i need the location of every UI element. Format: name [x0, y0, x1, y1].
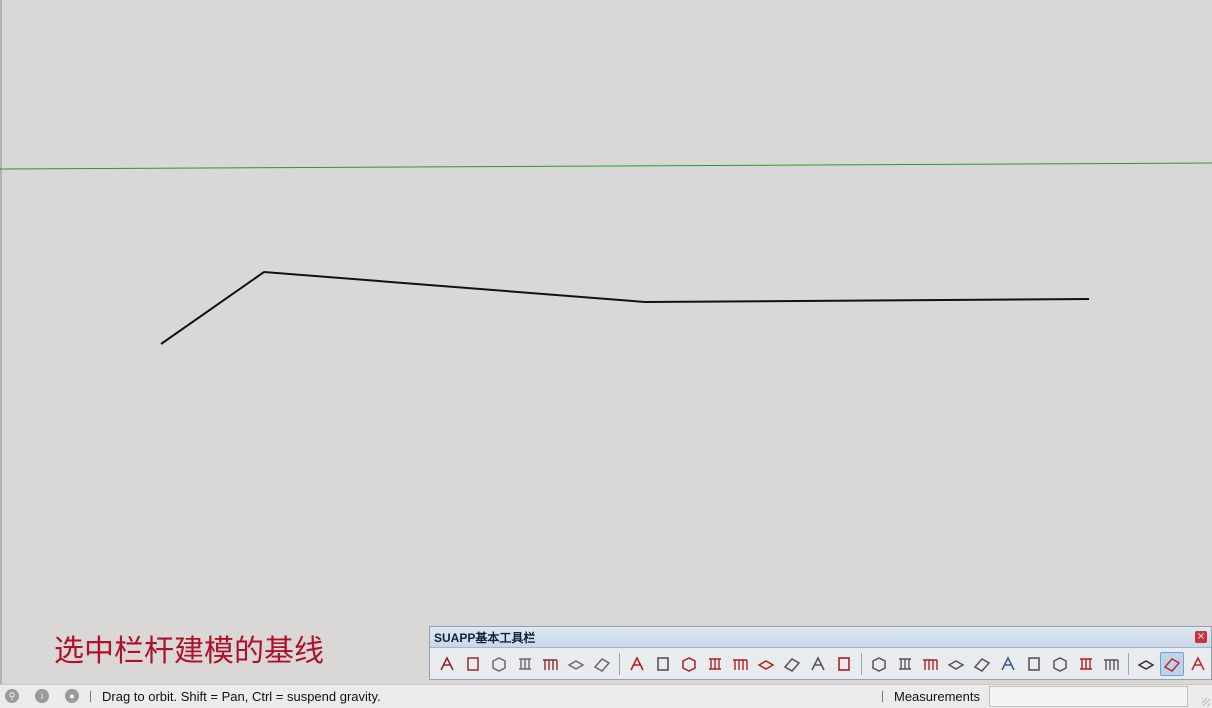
- pyramid-icon: [923, 659, 939, 670]
- toolbar-separator: [619, 653, 621, 675]
- roof-button[interactable]: [703, 652, 727, 676]
- railing-button[interactable]: [538, 652, 562, 676]
- tutorial-caption: 选中栏杆建模的基线: [54, 634, 324, 669]
- wall-grid-button[interactable]: [513, 652, 537, 676]
- status-divider: [882, 691, 883, 702]
- user-icon[interactable]: ●: [65, 689, 79, 703]
- railing-icon: [543, 659, 559, 670]
- roof-slab-button[interactable]: [590, 652, 614, 676]
- offset-button[interactable]: [832, 652, 856, 676]
- suapp-logo-button[interactable]: [1160, 652, 1185, 676]
- extrude-button[interactable]: [754, 652, 778, 676]
- roof-slab-icon: [593, 658, 611, 672]
- split-icon: [898, 658, 911, 670]
- line-tool-icon: [630, 656, 644, 671]
- column-button[interactable]: [461, 652, 485, 676]
- angle-button[interactable]: [806, 652, 830, 676]
- pin-button[interactable]: [1074, 652, 1098, 676]
- arc-tool-button[interactable]: [651, 652, 675, 676]
- viewport-canvas[interactable]: [0, 0, 1212, 684]
- pyramid-button[interactable]: [918, 652, 942, 676]
- geo-location-icon[interactable]: ⚲: [5, 689, 19, 703]
- stair-icon: [440, 656, 454, 671]
- slab-button[interactable]: [564, 652, 588, 676]
- model-b-icon: [1137, 660, 1155, 670]
- split-button[interactable]: [893, 652, 917, 676]
- arc-tool-icon: [656, 657, 669, 671]
- status-message: Drag to orbit. Shift = Pan, Ctrl = suspe…: [102, 689, 381, 704]
- stair-button[interactable]: [435, 652, 459, 676]
- pen-button[interactable]: [1099, 652, 1123, 676]
- status-divider: [90, 691, 91, 702]
- bend-button[interactable]: [944, 652, 968, 676]
- soften-icon: [973, 658, 991, 672]
- toolbar-separator: [1128, 653, 1130, 675]
- bend-icon: [947, 660, 965, 670]
- column-icon: [466, 657, 479, 671]
- resize-grip-icon[interactable]: [1202, 698, 1210, 706]
- suapp-basic-toolbar: SUAPP基本工具栏 ×: [429, 626, 1212, 680]
- box-frame-icon: [491, 657, 506, 672]
- su-app-icon: [1191, 656, 1205, 671]
- slab-icon: [567, 660, 585, 670]
- measurements-label: Measurements: [894, 689, 980, 704]
- close-icon[interactable]: ×: [1195, 631, 1207, 643]
- angle-icon: [811, 656, 825, 671]
- cube-button[interactable]: [867, 652, 891, 676]
- toolbar-separator: [860, 653, 862, 675]
- scale-button[interactable]: [1022, 652, 1046, 676]
- layers-icon: [1001, 656, 1015, 671]
- pin-icon: [1079, 658, 1092, 670]
- extrude-icon: [757, 660, 775, 670]
- pen-icon: [1104, 659, 1120, 670]
- model-viewport[interactable]: [0, 0, 1212, 684]
- railing-baseline[interactable]: [160, 270, 1090, 345]
- curve-check-icon: [681, 657, 696, 672]
- layers-button[interactable]: [996, 652, 1020, 676]
- suapp-logo-icon: [1163, 658, 1181, 672]
- info-icon[interactable]: i: [35, 689, 49, 703]
- chain-button[interactable]: [780, 652, 804, 676]
- su-app-button[interactable]: [1186, 652, 1210, 676]
- wall-grid-icon: [518, 658, 531, 670]
- roof-icon: [708, 658, 721, 670]
- curve-check-button[interactable]: [677, 652, 701, 676]
- plane-button[interactable]: [728, 652, 752, 676]
- chain-icon: [783, 658, 801, 672]
- line-tool-button[interactable]: [625, 652, 649, 676]
- toolbar-button-row: [430, 648, 1211, 680]
- toolbar-title-bar[interactable]: SUAPP基本工具栏 ×: [430, 627, 1211, 648]
- status-bar: ⚲ i ● Drag to orbit. Shift = Pan, Ctrl =…: [0, 684, 1212, 708]
- toolbar-title: SUAPP基本工具栏: [434, 630, 536, 645]
- frame-icon: [1052, 657, 1067, 672]
- scale-icon: [1028, 657, 1040, 671]
- offset-icon: [838, 657, 850, 671]
- cube-icon: [871, 657, 886, 672]
- green-axis-line: [0, 162, 1212, 170]
- box-frame-button[interactable]: [487, 652, 511, 676]
- soften-button[interactable]: [970, 652, 994, 676]
- model-b-button[interactable]: [1134, 652, 1158, 676]
- plane-icon: [733, 659, 749, 670]
- measurements-input[interactable]: [989, 686, 1188, 707]
- frame-button[interactable]: [1048, 652, 1072, 676]
